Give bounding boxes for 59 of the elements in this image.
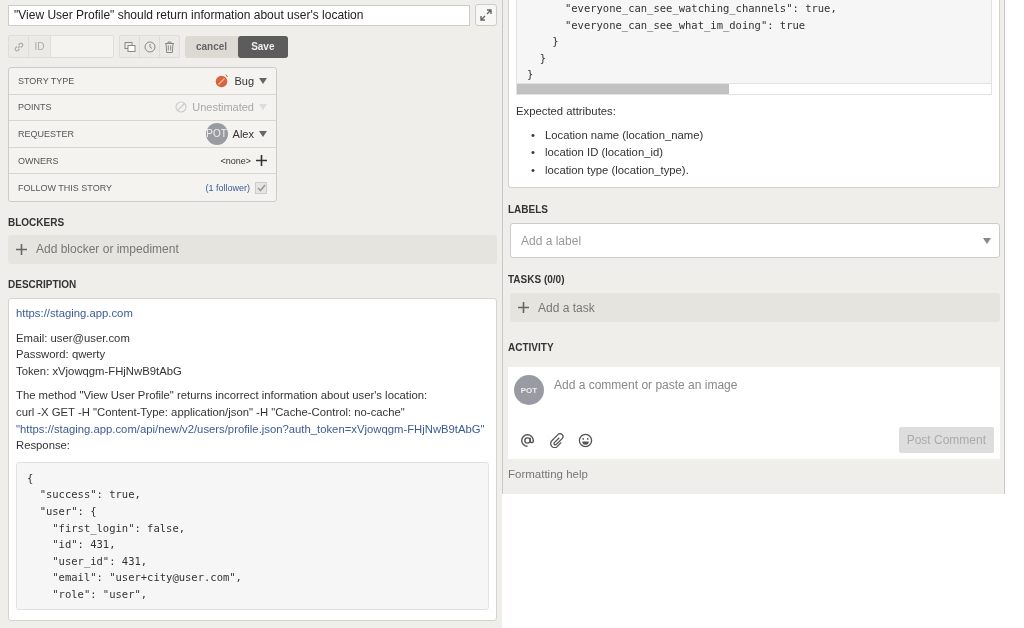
expand-icon xyxy=(480,9,492,21)
unestimated-icon xyxy=(175,101,188,114)
story-type-select[interactable]: Bug xyxy=(215,73,267,88)
field-label: OWNERS xyxy=(18,155,59,166)
caret-icon xyxy=(259,131,267,137)
description-text: Email: user@user.com xyxy=(16,330,131,346)
requester-select[interactable]: POT Alex xyxy=(205,123,267,145)
field-label: FOLLOW THIS STORY xyxy=(18,182,113,193)
avatar: POT xyxy=(205,123,228,145)
bullet: • xyxy=(531,145,535,161)
url-link[interactable]: https://staging.app.com xyxy=(16,304,489,322)
add-blocker-button[interactable]: Add blocker or impediment xyxy=(8,234,497,264)
description-text: The method "View User Profile" returns incorrect information about user's location: xyxy=(16,388,429,404)
list-item: location ID (location_id) xyxy=(544,145,664,161)
section-heading: LABELS xyxy=(508,204,549,216)
copy-icon[interactable] xyxy=(123,40,136,53)
field-label: STORY TYPE xyxy=(18,75,75,86)
section-heading: DESCRIPTION xyxy=(8,278,78,290)
code-block: "everyone_can_see_watching_channels": true, "everyone_can_see_what_im_doing": true } } } xyxy=(516,0,992,84)
description-text: Token: xVjowqgm-FHjNwB9tAbG xyxy=(16,363,183,379)
save-button[interactable]: Save xyxy=(238,35,288,58)
cancel-button[interactable]: cancel xyxy=(185,35,239,58)
avatar: POT xyxy=(514,375,544,406)
label-select[interactable]: Add a label xyxy=(510,223,1000,259)
follow-checkbox[interactable] xyxy=(255,181,267,194)
bug-icon xyxy=(215,73,230,88)
description-text: Password: qwerty xyxy=(16,347,107,363)
followers-link[interactable]: (1 follower) xyxy=(205,182,250,193)
description-text: Expected attributes: xyxy=(516,104,617,117)
list-item: location type (location_type). xyxy=(544,162,689,178)
plus-icon xyxy=(256,155,267,167)
bullet: • xyxy=(531,162,535,178)
caret-icon xyxy=(259,77,267,84)
expand-button[interactable] xyxy=(475,4,497,26)
formatting-help-link[interactable]: Formatting help xyxy=(508,468,588,481)
owners-value: <none> xyxy=(220,155,251,166)
emoji-icon[interactable] xyxy=(578,432,593,448)
add-task-button[interactable]: Add a task xyxy=(510,293,1000,323)
bullet: • xyxy=(531,127,535,143)
paperclip-icon[interactable] xyxy=(549,432,564,448)
code-block: { "success": true, "user": { "first_login": false, "id": 431, "user_id": 431, "email": "user+city@user.com", "role": "user", xyxy=(16,461,489,611)
field-label: POINTS xyxy=(18,102,52,113)
section-heading: BLOCKERS xyxy=(8,216,66,228)
mention-icon[interactable] xyxy=(520,432,535,448)
add-owner-button[interactable] xyxy=(256,155,267,167)
caret-icon xyxy=(983,237,991,244)
clock-icon[interactable] xyxy=(143,40,156,53)
section-heading: TASKS (0/0) xyxy=(508,274,566,286)
url-link[interactable]: "https://staging.app.com/api/new/v2/users/profile.json?auth_token=xVjowqgm-FHjNwB9tAbG" xyxy=(16,420,489,438)
trash-icon[interactable] xyxy=(164,40,175,53)
list-item: Location name (location_name) xyxy=(544,127,704,143)
plus-icon xyxy=(518,302,529,314)
story-title-field[interactable]: "View User Profile" should return information about user's location xyxy=(8,4,470,26)
field-label: REQUESTER xyxy=(18,129,74,139)
plus-icon xyxy=(16,243,27,255)
section-heading: ACTIVITY xyxy=(508,342,555,354)
horizontal-scrollbar[interactable] xyxy=(516,83,992,95)
description-text: curl -X GET -H "Content-Type: application/json" -H "Cache-Control: no-cache" xyxy=(16,404,406,420)
description-text: Response: xyxy=(16,438,71,454)
